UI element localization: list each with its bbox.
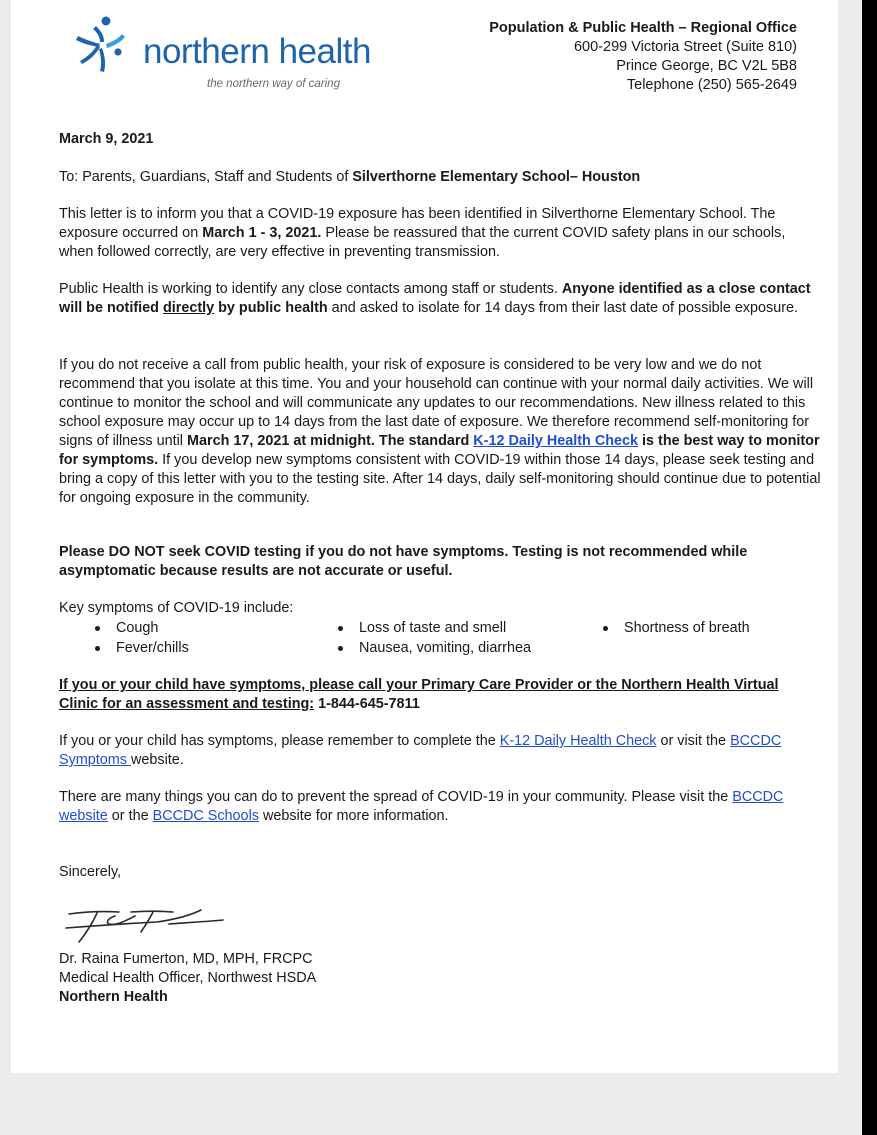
recipients-prefix: To: Parents, Guardians, Staff and Studen… [59,169,353,185]
paragraph-no-testing: Please DO NOT seek COVID testing if you … [59,543,821,581]
signer-title: Medical Health Officer, Northwest HSDA [59,970,317,986]
list-item: Cough [91,618,189,638]
prevent-spread-text: There are many things you can do to prev… [59,789,733,805]
monitoring-bold-date: March 17, 2021 at midnight. The standard [186,433,474,449]
letter-page: northern health the northern way of cari… [11,0,838,1073]
k12-daily-health-check-link-2[interactable]: K-12 Daily Health Check [500,733,657,749]
office-name: Population & Public Health – Regional Of… [489,20,797,36]
office-telephone: Telephone (250) 565-2649 [626,77,797,93]
letter-recipients: To: Parents, Guardians, Staff and Studen… [59,168,821,187]
signer-name: Dr. Raina Fumerton, MD, MPH, FRCPC [59,951,313,967]
letter-date-block: March 9, 2021 [59,130,821,149]
office-address-block: Population & Public Health – Regional Of… [489,19,797,95]
bccdc-schools-link[interactable]: BCCDC Schools [153,808,259,824]
prevent-spread-text-3: website for more information. [258,808,449,824]
close-contacts-directly: directly [162,300,215,316]
health-check-text-3: website. [130,752,184,768]
symptoms-list-col-2: Loss of taste and smell Nausea, vomiting… [334,618,531,658]
signer-organization: Northern Health [59,989,168,1005]
paragraph-monitoring: If you do not receive a call from public… [59,356,821,508]
close-contacts-text: Public Health is working to identify any… [59,281,562,297]
prevent-spread-text-2: or the [107,808,153,824]
close-contacts-bold-2: by public health [214,300,328,316]
letter-date: March 9, 2021 [59,131,154,147]
logo-wordmark: northern health [143,32,371,71]
office-street: 600-299 Victoria Street (Suite 810) [573,39,797,55]
list-item: Nausea, vomiting, diarrhea [334,638,531,658]
health-check-text: If you or your child has symptoms, pleas… [59,733,500,749]
monitoring-text-2: If you develop new symptoms consistent w… [59,452,821,506]
office-city: Prince George, BC V2L 5B8 [616,58,797,74]
list-item: Loss of taste and smell [334,618,531,638]
logo-tagline: the northern way of caring [207,78,340,90]
symptoms-list-col-3: Shortness of breath [599,618,750,638]
list-item: Shortness of breath [599,618,750,638]
handwritten-signature-icon [65,909,224,943]
close-contacts-text-2: and asked to isolate for 14 days from th… [327,300,799,316]
closing-block: Sincerely, [59,863,821,882]
no-testing-warning: Please DO NOT seek COVID testing if you … [59,544,748,579]
exposure-dates: March 1 - 3, 2021. [202,225,322,241]
paragraph-call-provider: If you or your child have symptoms, plea… [59,676,821,714]
k12-daily-health-check-link[interactable]: K-12 Daily Health Check [473,433,638,449]
signer-block: Dr. Raina Fumerton, MD, MPH, FRCPC Medic… [59,950,821,1007]
paragraph-prevent-spread: There are many things you can do to prev… [59,788,821,826]
recipients-school: Silverthorne Elementary School– Houston [352,169,641,185]
right-edge-bar [862,0,877,1135]
paragraph-health-check: If you or your child has symptoms, pleas… [59,732,821,770]
paragraph-close-contacts: Public Health is working to identify any… [59,280,821,318]
health-check-text-2: or visit the [656,733,731,749]
virtual-clinic-phone: 1-844-645-7811 [314,696,420,712]
list-item: Fever/chills [91,638,189,658]
symptoms-intro-text: Key symptoms of COVID-19 include: [59,600,294,616]
closing-text: Sincerely, [59,864,122,880]
symptoms-list-col-1: Cough Fever/chills [91,618,189,658]
paragraph-exposure: This letter is to inform you that a COVI… [59,205,821,262]
symptoms-intro: Key symptoms of COVID-19 include: [59,599,821,618]
